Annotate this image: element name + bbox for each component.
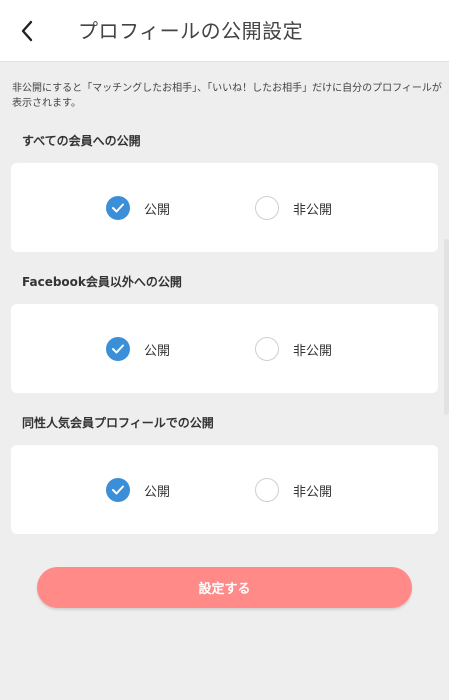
app-header: プロフィールの公開設定 xyxy=(0,0,449,62)
page-title: プロフィールの公開設定 xyxy=(78,19,304,43)
public-label: 公開 xyxy=(144,202,171,218)
private-label: 非公開 xyxy=(293,343,333,359)
radio-unchecked[interactable] xyxy=(255,337,279,361)
scrollbar[interactable] xyxy=(444,239,449,415)
back-button[interactable] xyxy=(12,15,42,47)
public-option[interactable]: 公開 xyxy=(106,477,170,503)
checkmark-icon xyxy=(112,203,124,213)
private-option[interactable]: 非公開 xyxy=(255,336,332,362)
visibility-card-all-members: 公開 非公開 xyxy=(11,163,438,252)
radio-unchecked[interactable] xyxy=(255,196,279,220)
section-label-all-members: すべての会員への公開 xyxy=(22,134,141,148)
radio-checked[interactable] xyxy=(106,337,130,361)
public-label: 公開 xyxy=(144,343,171,359)
private-option[interactable]: 非公開 xyxy=(255,195,332,221)
checkmark-icon xyxy=(112,485,124,495)
section-label-same-sex-popular: 同性人気会員プロフィールでの公開 xyxy=(22,416,214,430)
private-option[interactable]: 非公開 xyxy=(255,477,332,503)
public-option[interactable]: 公開 xyxy=(106,336,170,362)
visibility-card-same-sex-popular: 公開 非公開 xyxy=(11,445,438,534)
section-label-non-facebook: Facebook会員以外への公開 xyxy=(22,275,182,289)
radio-checked[interactable] xyxy=(106,196,130,220)
private-label: 非公開 xyxy=(293,202,333,218)
radio-checked[interactable] xyxy=(106,478,130,502)
private-label: 非公開 xyxy=(293,484,333,500)
checkmark-icon xyxy=(112,344,124,354)
visibility-card-non-facebook: 公開 非公開 xyxy=(11,304,438,393)
radio-unchecked[interactable] xyxy=(255,478,279,502)
public-label: 公開 xyxy=(144,484,171,500)
save-settings-button[interactable]: 設定する xyxy=(37,567,412,608)
public-option[interactable]: 公開 xyxy=(106,195,170,221)
chevron-left-icon xyxy=(21,20,33,42)
privacy-description: 非公開にすると「マッチングしたお相手」、「いいね！したお相手」だけに自分のプロフ… xyxy=(12,83,442,109)
